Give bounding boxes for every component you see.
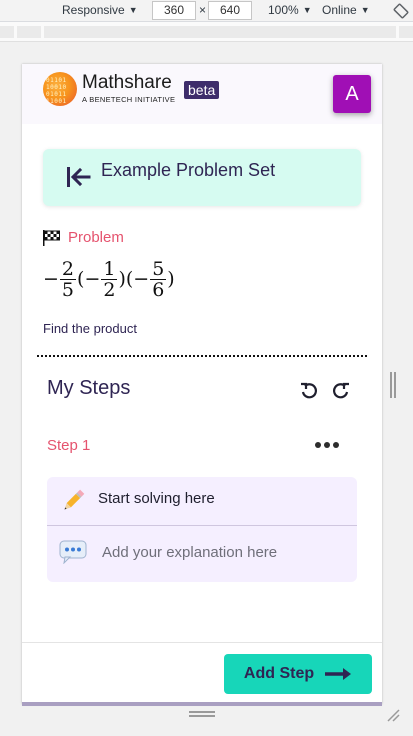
- app-viewport: 01101 10010 01011 11001 Mathshare A BENETEC…: [22, 64, 382, 704]
- step-label: Step 1: [47, 437, 91, 454]
- solve-input[interactable]: Start solving here: [98, 490, 215, 507]
- numerator: 2: [59, 257, 77, 280]
- viewport-bottom-edge: [22, 702, 382, 706]
- brand-tagline: A BENETECH INITIATIVE: [82, 95, 176, 104]
- resize-handle-icon[interactable]: [386, 708, 400, 722]
- denominator: 6: [152, 278, 165, 301]
- speech-bubble-icon: [59, 540, 87, 564]
- devtools-toolbar: Responsive ▼ 360 × 640 100% ▼ Online ▼: [0, 0, 413, 22]
- problem-label: Problem: [68, 229, 124, 246]
- editor-divider: [47, 525, 357, 526]
- math-paren: (: [77, 268, 85, 290]
- problem-expression: − 2 5 ( − 1 2 )( − 5 6 ): [43, 256, 175, 302]
- resize-handle-icon[interactable]: [189, 711, 215, 717]
- height-input[interactable]: 640: [208, 1, 252, 20]
- math-minus: −: [43, 268, 59, 290]
- network-select[interactable]: Online ▼: [322, 3, 370, 17]
- flag-icon: [43, 229, 60, 246]
- add-step-label: Add Step: [243, 665, 315, 682]
- fraction-2: 1 2: [101, 257, 118, 301]
- undo-icon[interactable]: [299, 380, 319, 400]
- numerator: 5: [150, 257, 167, 280]
- chevron-down-icon: ▼: [128, 5, 138, 15]
- device-label: Responsive: [62, 3, 125, 17]
- chevron-down-icon: ▼: [302, 5, 312, 15]
- width-input[interactable]: 360: [152, 1, 196, 20]
- math-paren: )(: [118, 268, 134, 290]
- zoom-select[interactable]: 100% ▼: [268, 3, 312, 17]
- ruler-bar-icon: [0, 22, 413, 42]
- problem-instruction: Find the product: [43, 321, 137, 336]
- fraction-1: 2 5: [59, 257, 77, 301]
- problem-set-button[interactable]: Example Problem Set: [43, 149, 361, 206]
- math-paren: ): [167, 268, 175, 290]
- section-divider: [37, 355, 367, 357]
- resize-handle-icon[interactable]: [390, 372, 396, 398]
- network-label: Online: [322, 3, 357, 17]
- app-header: 01101 10010 01011 11001 Mathshare A BENETEC…: [22, 64, 382, 124]
- arrow-right-icon: [325, 668, 352, 680]
- math-minus: −: [133, 268, 150, 290]
- chevron-down-icon: ▼: [360, 5, 370, 15]
- numerator: 1: [101, 257, 118, 280]
- more-options-icon[interactable]: [315, 442, 339, 448]
- denominator: 5: [61, 278, 75, 301]
- collapse-left-icon: [67, 167, 91, 187]
- pencil-icon: [64, 489, 85, 510]
- math-minus: −: [84, 268, 101, 290]
- step-editor: Start solving here Add your explanation …: [47, 477, 357, 582]
- fraction-3: 5 6: [150, 257, 167, 301]
- explanation-input[interactable]: Add your explanation here: [102, 544, 277, 561]
- rotate-icon[interactable]: [393, 3, 409, 19]
- device-select[interactable]: Responsive ▼: [62, 3, 138, 17]
- brand-name: Mathshare: [82, 72, 172, 93]
- problem-set-title: Example Problem Set: [101, 160, 276, 180]
- add-step-button[interactable]: Add Step: [224, 654, 372, 694]
- problem-heading: Problem: [43, 229, 124, 246]
- logo-icon: 01101 10010 01011 11001: [43, 72, 77, 106]
- footer-divider: [22, 642, 382, 643]
- denominator: 2: [103, 278, 116, 301]
- steps-title: My Steps: [47, 377, 131, 399]
- zoom-label: 100%: [268, 3, 299, 17]
- times-sign: ×: [199, 3, 207, 17]
- redo-icon[interactable]: [331, 380, 351, 400]
- beta-badge: beta: [184, 81, 220, 99]
- avatar[interactable]: A: [333, 75, 371, 113]
